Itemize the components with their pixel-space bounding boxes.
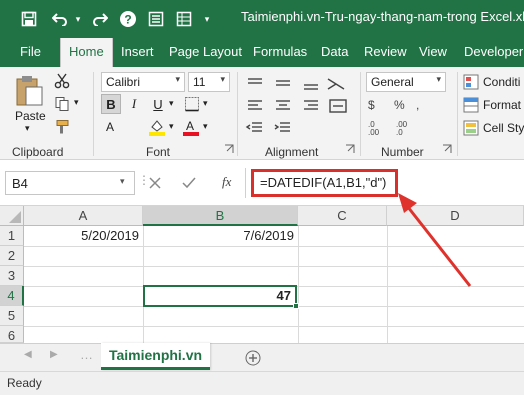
annotation-arrow-icon <box>398 193 472 287</box>
new-sheet-icon[interactable] <box>244 349 262 367</box>
scroll-right-icon[interactable]: ▶ <box>50 349 58 360</box>
status-text: Ready <box>7 376 42 390</box>
sheet-tab-active[interactable]: Taimienphi.vn <box>101 343 210 370</box>
status-bar: Ready <box>0 371 524 395</box>
more-sheets-icon[interactable]: … <box>80 347 93 362</box>
sheet-tab-bar: ◀ ▶ … Taimienphi.vn <box>0 343 524 371</box>
scroll-left-icon[interactable]: ◀ <box>24 349 32 360</box>
